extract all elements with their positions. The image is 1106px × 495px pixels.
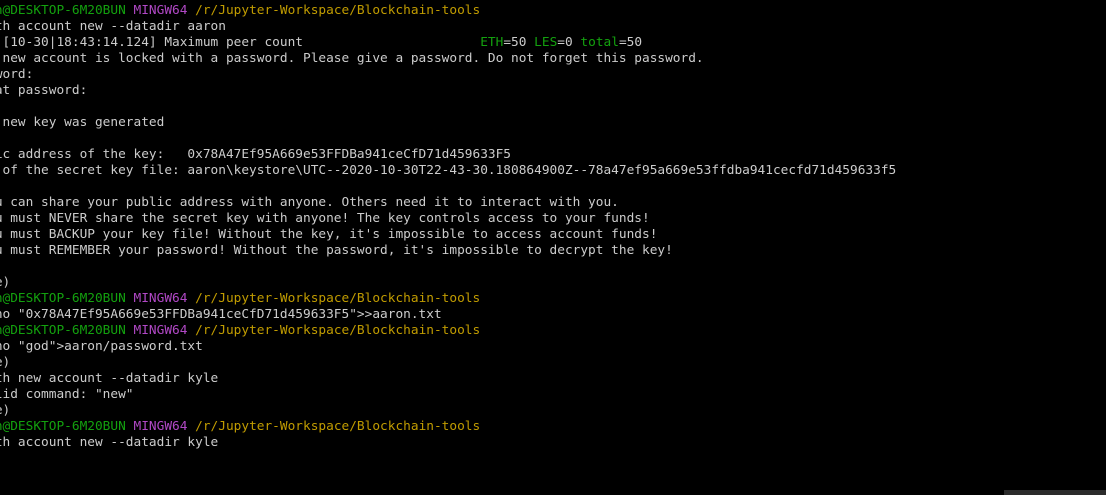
- terminal-line: $ echo "god">aaron/password.txt: [0, 339, 896, 355]
- terminal-text-segment: (base): [0, 355, 11, 370]
- terminal-text-segment: - You can share your public address with…: [0, 195, 619, 210]
- terminal-line: Password:: [0, 67, 896, 83]
- terminal-line: $ geth account new --datadir kyle: [0, 435, 896, 451]
- terminal-line: aaron@DESKTOP-6M20BUN MINGW64 /r/Jupyter…: [0, 419, 896, 435]
- terminal-line: Your new account is locked with a passwo…: [0, 51, 896, 67]
- terminal-text-segment: aaron@DESKTOP-6M20BUN: [0, 323, 126, 338]
- terminal-line: Repeat password:: [0, 83, 896, 99]
- terminal-text-segment: Public address of the key: 0x78A47Ef95A6…: [0, 147, 512, 162]
- terminal-text-segment: /r/Jupyter-Workspace/Blockchain-tools: [195, 419, 481, 434]
- terminal-line: - You must REMEMBER your password! Witho…: [0, 243, 896, 259]
- terminal-line: Invalid command: "new": [0, 387, 896, 403]
- terminal-text-segment: (base): [0, 275, 11, 290]
- terminal-line: - You must NEVER share the secret key wi…: [0, 211, 896, 227]
- terminal-line: aaron@DESKTOP-6M20BUN MINGW64 /r/Jupyter…: [0, 3, 896, 19]
- terminal-line: - You can share your public address with…: [0, 195, 896, 211]
- terminal-text-segment: /r/Jupyter-Workspace/Blockchain-tools: [195, 3, 481, 18]
- terminal-text-segment: $ geth account new --datadir aaron: [0, 19, 226, 34]
- terminal-text-segment: - You must BACKUP your key file! Without…: [0, 227, 658, 242]
- terminal-text-segment: MINGW64: [133, 291, 196, 306]
- terminal-line: (base): [0, 275, 896, 291]
- terminal-line: (base): [0, 403, 896, 419]
- terminal-line: $ geth account new --datadir aaron: [0, 19, 896, 35]
- terminal-line: INFO [10-30|18:43:14.124] Maximum peer c…: [0, 35, 896, 51]
- terminal-window[interactable]: aaron@DESKTOP-6M20BUN MINGW64 /r/Jupyter…: [0, 0, 1106, 495]
- terminal-text-segment: - You must NEVER share the secret key wi…: [0, 211, 650, 226]
- terminal-text-segment: Your new key was generated: [2, 115, 165, 130]
- terminal-text-segment: /r/Jupyter-Workspace/Blockchain-tools: [195, 323, 481, 338]
- terminal-line: aaron@DESKTOP-6M20BUN MINGW64 /r/Jupyter…: [0, 323, 896, 339]
- terminal-text-segment: Repeat password:: [0, 83, 88, 98]
- terminal-line: - You must BACKUP your key file! Without…: [0, 227, 896, 243]
- terminal-text-segment: - You must REMEMBER your password! Witho…: [0, 243, 673, 258]
- terminal-text-segment: total: [580, 35, 619, 50]
- terminal-text-segment: (base): [0, 403, 11, 418]
- terminal-text-segment: Your new account is locked with a passwo…: [0, 51, 704, 66]
- horizontal-scrollbar-thumb[interactable]: [1004, 490, 1106, 495]
- terminal-text-segment: aaron@DESKTOP-6M20BUN: [0, 419, 126, 434]
- terminal-line: Your new key was generated: [0, 115, 896, 131]
- terminal-line: Path of the secret key file: aaron\keyst…: [0, 163, 897, 179]
- terminal-text-segment: =50: [618, 35, 643, 50]
- terminal-text-segment: MINGW64: [133, 419, 196, 434]
- terminal-text-segment: $ echo "0x78A47Ef95A669e53FFDBa941ceCfD7…: [0, 307, 442, 322]
- terminal-text-segment: INFO [10-30|18:43:14.124] Maximum peer c…: [0, 35, 481, 50]
- terminal-text-segment: $ geth account new --datadir kyle: [0, 435, 219, 450]
- terminal-line: $ echo "0x78A47Ef95A669e53FFDBa941ceCfD7…: [0, 307, 896, 323]
- terminal-text-segment: Path of the secret key file: aaron\keyst…: [0, 163, 897, 178]
- terminal-text-segment: ETH: [480, 35, 504, 50]
- terminal-text-segment: aaron@DESKTOP-6M20BUN: [0, 3, 126, 18]
- terminal-text-segment: =0: [557, 35, 581, 50]
- terminal-text-segment: MINGW64: [133, 323, 196, 338]
- terminal-text-segment: Invalid command: "new": [0, 387, 134, 402]
- terminal-text-segment: /r/Jupyter-Workspace/Blockchain-tools: [195, 291, 481, 306]
- terminal-text-segment: aaron@DESKTOP-6M20BUN: [0, 291, 126, 306]
- terminal-text-segment: =50: [503, 35, 535, 50]
- terminal-line: (base): [0, 355, 896, 371]
- terminal-line: Public address of the key: 0x78A47Ef95A6…: [0, 147, 896, 163]
- terminal-line: aaron@DESKTOP-6M20BUN MINGW64 /r/Jupyter…: [0, 291, 896, 307]
- terminal-text-segment: Password:: [0, 67, 34, 82]
- terminal-text-segment: LES: [534, 35, 558, 50]
- terminal-text-segment: $ echo "god">aaron/password.txt: [0, 339, 203, 354]
- terminal-text-segment: MINGW64: [133, 3, 196, 18]
- terminal-output: aaron@DESKTOP-6M20BUN MINGW64 /r/Jupyter…: [0, 3, 896, 451]
- terminal-line: $ geth new account --datadir kyle: [0, 371, 896, 387]
- terminal-text-segment: $ geth new account --datadir kyle: [0, 371, 219, 386]
